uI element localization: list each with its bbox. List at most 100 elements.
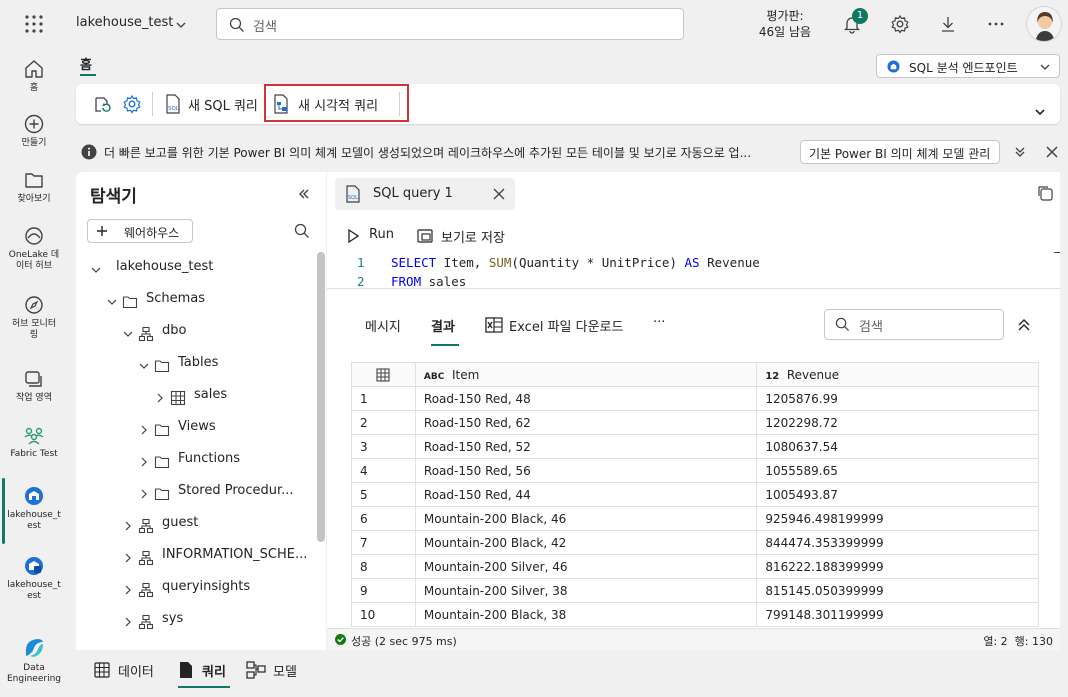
revenue-cell[interactable]: 1080637.54 (756, 434, 1039, 459)
new-visual-query-button[interactable]: 새 시각적 쿼리 (270, 90, 400, 118)
tree-item[interactable]: sales (76, 386, 316, 406)
table-row[interactable]: 7 Mountain-200 Black, 42 844474.353399999 (351, 530, 1039, 555)
row-number-cell[interactable]: 8 (351, 554, 416, 579)
rail-data-engineering[interactable]: Data Engineering (0, 636, 68, 685)
item-cell[interactable]: Road-150 Red, 52 (414, 434, 758, 459)
row-number-cell[interactable]: 10 (351, 602, 416, 627)
double-chevron-down-icon[interactable] (1014, 146, 1026, 158)
editor-divider[interactable] (327, 288, 1060, 289)
row-number-cell[interactable]: 3 (351, 434, 416, 459)
workspace-name[interactable]: lakehouse_test (76, 15, 173, 30)
rail-workspaces[interactable]: 작업 영역 (0, 368, 68, 404)
revenue-cell[interactable]: 844474.353399999 (756, 530, 1039, 555)
search-icon[interactable] (294, 223, 310, 239)
new-sql-query-button[interactable]: SQL 새 SQL 쿼리 (162, 90, 262, 118)
tab-model[interactable]: 모델 (246, 660, 316, 684)
column-header-revenue[interactable]: 12 Revenue (756, 362, 1039, 387)
row-number-cell[interactable]: 6 (351, 506, 416, 531)
tree-item[interactable]: Tables (76, 354, 316, 374)
item-cell[interactable]: Road-150 Red, 48 (414, 386, 758, 411)
item-cell[interactable]: Mountain-200 Silver, 38 (414, 578, 758, 603)
endpoint-selector[interactable]: SQL 분석 엔드포인트 (876, 54, 1060, 78)
add-warehouse-button[interactable]: 웨어하우스 (87, 219, 193, 243)
tree-item[interactable]: dbo (76, 322, 316, 342)
select-all-cell[interactable] (351, 362, 416, 387)
item-cell[interactable]: Mountain-200 Silver, 46 (414, 554, 758, 579)
global-search-input[interactable]: 검색 (216, 8, 684, 40)
results-search-input[interactable]: 검색 (824, 309, 1004, 340)
rail-lakehouse[interactable]: lakehouse_t est (0, 485, 68, 532)
manage-semantic-model-button[interactable]: 기본 Power BI 의미 체계 모델 관리 (800, 140, 1000, 164)
revenue-cell[interactable]: 815145.050399999 (756, 578, 1039, 603)
more-options-icon[interactable] (986, 14, 1006, 34)
run-button[interactable]: Run (347, 226, 417, 246)
item-cell[interactable]: Mountain-200 Black, 46 (414, 506, 758, 531)
table-row[interactable]: 8 Mountain-200 Silver, 46 816222.188399999 (351, 554, 1039, 579)
double-chevron-up-icon[interactable] (1017, 318, 1031, 332)
gear-icon[interactable] (890, 14, 910, 34)
table-row[interactable]: 6 Mountain-200 Black, 46 925946.498199999 (351, 506, 1039, 531)
more-options-icon[interactable]: ··· (653, 315, 665, 330)
table-row[interactable]: 10 Mountain-200 Black, 38 799148.301199999 (351, 602, 1039, 627)
copy-icon[interactable] (1036, 184, 1054, 202)
rail-onelake-hub[interactable]: OneLake 데 이터 허브 (0, 225, 68, 272)
item-cell[interactable]: Road-150 Red, 62 (414, 410, 758, 435)
revenue-cell[interactable]: 925946.498199999 (756, 506, 1039, 531)
tree-item[interactable]: Stored Procedur... (76, 482, 316, 502)
refresh-icon[interactable] (92, 94, 112, 114)
table-row[interactable]: 1 Road-150 Red, 48 1205876.99 (351, 386, 1039, 411)
download-icon[interactable] (938, 14, 958, 34)
rail-fabric-test[interactable]: Fabric Test (0, 424, 68, 460)
revenue-cell[interactable]: 1005493.87 (756, 482, 1039, 507)
tab-results[interactable]: 결과 (431, 316, 455, 335)
table-row[interactable]: 9 Mountain-200 Silver, 38 815145.050399999 (351, 578, 1039, 603)
close-icon[interactable] (1045, 145, 1059, 159)
revenue-cell[interactable]: 1205876.99 (756, 386, 1039, 411)
tree-item[interactable]: Views (76, 418, 316, 438)
table-row[interactable]: 4 Road-150 Red, 56 1055589.65 (351, 458, 1039, 483)
tab-home[interactable]: 홈 (80, 54, 92, 73)
avatar[interactable] (1026, 6, 1062, 42)
tree-item[interactable]: Schemas (76, 290, 316, 310)
save-as-view-button[interactable]: 보기로 저장 (417, 226, 527, 246)
row-number-cell[interactable]: 7 (351, 530, 416, 555)
rail-home[interactable]: 홈 (0, 58, 68, 94)
revenue-cell[interactable]: 1055589.65 (756, 458, 1039, 483)
row-number-cell[interactable]: 1 (351, 386, 416, 411)
row-number-cell[interactable]: 4 (351, 458, 416, 483)
explorer-scrollbar[interactable] (317, 252, 325, 542)
tree-item[interactable]: Functions (76, 450, 316, 470)
item-cell[interactable]: Road-150 Red, 44 (414, 482, 758, 507)
app-launcher-icon[interactable] (24, 14, 44, 34)
tree-item[interactable]: guest (76, 514, 316, 534)
table-row[interactable]: 5 Road-150 Red, 44 1005493.87 (351, 482, 1039, 507)
table-row[interactable]: 3 Road-150 Red, 52 1080637.54 (351, 434, 1039, 459)
item-cell[interactable]: Mountain-200 Black, 42 (414, 530, 758, 555)
tree-item[interactable]: sys (76, 610, 316, 630)
rail-sql-endpoint[interactable]: lakehouse_t est (0, 555, 68, 602)
revenue-cell[interactable]: 799148.301199999 (756, 602, 1039, 627)
rail-create[interactable]: 만들기 (0, 113, 68, 149)
revenue-cell[interactable]: 816222.188399999 (756, 554, 1039, 579)
column-header-item[interactable]: ABC Item (414, 362, 758, 387)
chevron-down-icon[interactable] (1034, 106, 1046, 118)
rail-monitoring-hub[interactable]: 허브 모니터 링 (0, 294, 68, 341)
tab-sql-query-1[interactable]: SQL SQL query 1 (335, 178, 515, 210)
tree-item[interactable]: lakehouse_test (76, 258, 316, 278)
item-cell[interactable]: Road-150 Red, 56 (414, 458, 758, 483)
settings-gear-icon[interactable] (122, 94, 142, 114)
table-row[interactable]: 2 Road-150 Red, 62 1202298.72 (351, 410, 1039, 435)
item-cell[interactable]: Mountain-200 Black, 38 (414, 602, 758, 627)
tab-messages[interactable]: 메시지 (365, 316, 401, 335)
row-number-cell[interactable]: 2 (351, 410, 416, 435)
row-number-cell[interactable]: 5 (351, 482, 416, 507)
tree-item[interactable]: INFORMATION_SCHE... (76, 546, 316, 566)
revenue-cell[interactable]: 1202298.72 (756, 410, 1039, 435)
code-line[interactable]: FROM sales (391, 274, 466, 289)
tree-item[interactable]: queryinsights (76, 578, 316, 598)
row-number-cell[interactable]: 9 (351, 578, 416, 603)
tab-query[interactable]: 쿼리 (178, 660, 234, 684)
chevron-down-icon[interactable] (175, 19, 187, 31)
excel-download-button[interactable]: Excel 파일 다운로드 (485, 316, 635, 336)
close-icon[interactable] (493, 188, 505, 200)
